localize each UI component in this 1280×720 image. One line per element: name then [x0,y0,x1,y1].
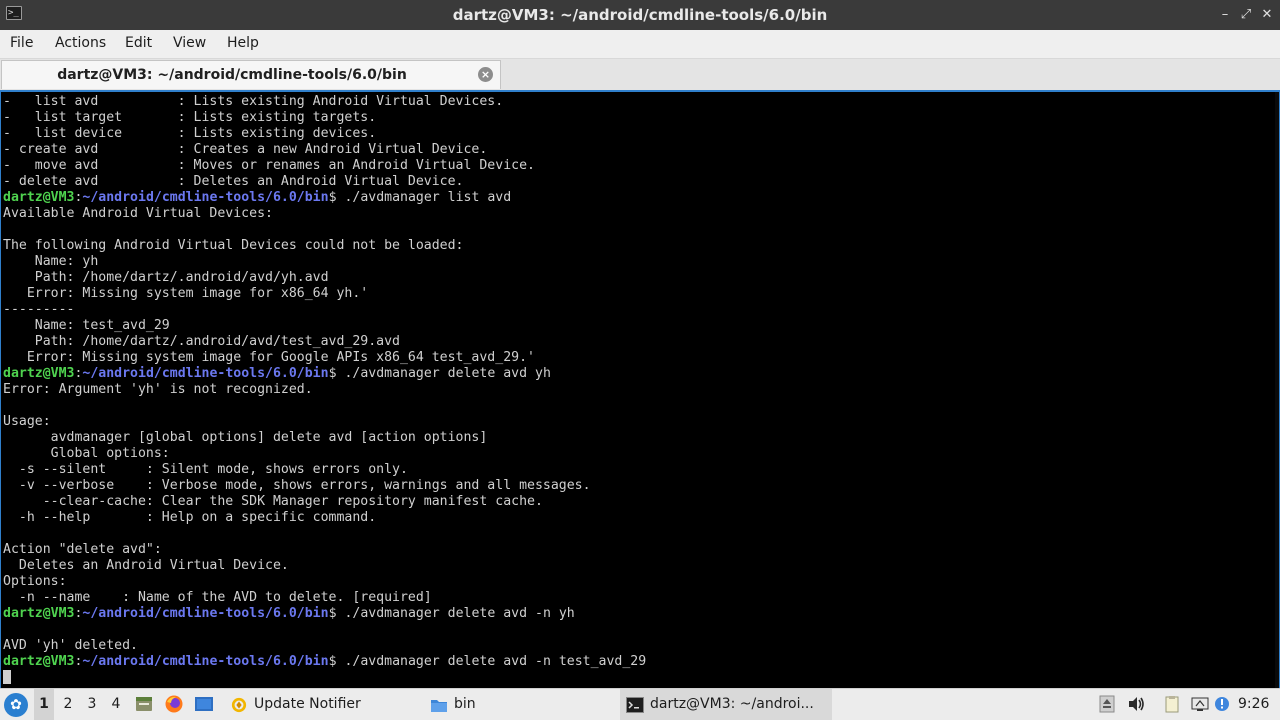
command-text: ./avdmanager delete avd -n yh [344,606,575,621]
terminal-output-line: Usage: [3,414,51,429]
task-bin-folder[interactable]: bin [424,689,482,720]
task-terminal[interactable]: dartz@VM3: ~/androi... [620,689,832,720]
prompt-path: ~/android/cmdline-tools/6.0/bin [82,190,329,205]
prompt-user: dartz@VM3 [3,190,75,205]
terminal-output-line: AVD 'yh' deleted. [3,638,138,653]
menu-edit[interactable]: Edit [125,30,152,58]
workspace-1[interactable]: 1 [34,689,54,720]
show-desktop-icon[interactable] [194,694,214,714]
update-alert-icon[interactable] [1213,695,1231,713]
folder-icon [431,699,447,712]
menu-file[interactable]: File [10,30,33,58]
terminal-prompt-line: dartz@VM3:~/android/cmdline-tools/6.0/bi… [3,366,1265,382]
terminal-icon [626,696,644,713]
tab-label: dartz@VM3: ~/android/cmdline-tools/6.0/b… [57,67,407,83]
terminal-output-line: - delete avd : Deletes an Android Virtua… [3,174,464,189]
clipboard-icon[interactable] [1163,695,1181,713]
update-notifier-icon [231,697,247,712]
close-icon[interactable]: × [478,67,493,82]
prompt-end: $ [328,190,345,205]
firefox-icon[interactable] [164,694,184,714]
terminal-output-line: - move avd : Moves or renames an Android… [3,158,535,173]
terminal-output-line: Path: /home/dartz/.android/avd/test_avd_… [3,334,400,349]
terminal-prompt-line: dartz@VM3:~/android/cmdline-tools/6.0/bi… [3,606,1265,622]
terminal-output: - list avd : Lists existing Android Virt… [3,94,1265,686]
terminal-output-line: Path: /home/dartz/.android/avd/yh.avd [3,270,329,285]
terminal-cursor-line [3,670,1265,686]
terminal-scrollbar[interactable] [1275,92,1279,688]
prompt-path: ~/android/cmdline-tools/6.0/bin [82,654,329,669]
menu-help[interactable]: Help [227,30,259,58]
terminal-output-line: -h --help : Help on a specific command. [3,510,377,525]
terminal-output-line: - create avd : Creates a new Android Vir… [3,142,488,157]
task-label: Update Notifier [254,696,361,712]
prompt-user: dartz@VM3 [3,654,75,669]
terminal-output-line: Error: Missing system image for Google A… [3,350,535,365]
clock: 9:26 [1238,696,1270,712]
prompt-end: $ [328,654,345,669]
lxqt-start-icon[interactable]: ✿ [4,693,28,717]
terminal-prompt-line: dartz@VM3:~/android/cmdline-tools/6.0/bi… [3,654,1265,670]
prompt-path: ~/android/cmdline-tools/6.0/bin [82,606,329,621]
menu-actions[interactable]: Actions [55,30,106,58]
command-text: ./avdmanager delete avd yh [344,366,551,381]
prompt-end: $ [328,606,345,621]
terminal-output-line: Global options: [3,446,170,461]
terminal-output-line: avdmanager [global options] delete avd [… [3,430,488,445]
volume-icon[interactable] [1127,695,1145,713]
file-manager-icon[interactable] [134,694,154,714]
terminal-output-line: Options: [3,574,67,589]
window-titlebar[interactable]: >_ dartz@VM3: ~/android/cmdline-tools/6.… [0,0,1280,30]
task-label: bin [454,696,476,712]
terminal-output-line: --clear-cache: Clear the SDK Manager rep… [3,494,543,509]
terminal-output-line: Error: Missing system image for x86_64 y… [3,286,369,301]
prompt-path: ~/android/cmdline-tools/6.0/bin [82,366,329,381]
terminal-output-line: - list device : Lists existing devices. [3,126,377,141]
terminal-output-line: Error: Argument 'yh' is not recognized. [3,382,313,397]
prompt-user: dartz@VM3 [3,366,75,381]
terminal-output-line: - list target : Lists existing targets. [3,110,377,125]
terminal-output-line: Available Android Virtual Devices: [3,206,273,221]
terminal-output-line: -v --verbose : Verbose mode, shows error… [3,478,591,493]
terminal-output-line: Deletes an Android Virtual Device. [3,558,289,573]
window-title: dartz@VM3: ~/android/cmdline-tools/6.0/b… [452,6,828,24]
terminal-output-line: Name: yh [3,254,99,269]
task-update-notifier[interactable]: Update Notifier [224,689,367,720]
workspace-4[interactable]: 4 [106,689,126,720]
terminal-prompt-line: dartz@VM3:~/android/cmdline-tools/6.0/bi… [3,190,1265,206]
terminal-output-line: The following Android Virtual Devices co… [3,238,464,253]
taskbar: ✿ 1 2 3 4 Update Notifier bin dartz@VM3:… [0,688,1280,720]
tab-terminal[interactable]: dartz@VM3: ~/android/cmdline-tools/6.0/b… [1,60,501,89]
terminal-output-line: --------- [3,302,75,317]
tab-bar: dartz@VM3: ~/android/cmdline-tools/6.0/b… [0,59,1280,90]
eject-icon[interactable] [1098,695,1116,713]
terminal-output-line: - list avd : Lists existing Android Virt… [3,94,504,109]
prompt-user: dartz@VM3 [3,606,75,621]
terminal-output-line: -s --silent : Silent mode, shows errors … [3,462,408,477]
close-window-icon[interactable]: ✕ [1258,6,1276,24]
maximize-icon[interactable]: ⤢ [1237,6,1255,24]
command-text: ./avdmanager delete avd -n test_avd_29 [344,654,647,669]
workspace-2[interactable]: 2 [58,689,78,720]
menu-bar: File Actions Edit View Help [0,30,1280,59]
menu-view[interactable]: View [173,30,206,58]
monitor-icon[interactable] [1191,695,1209,713]
terminal-output-line: -n --name : Name of the AVD to delete. [… [3,590,432,605]
prompt-end: $ [328,366,345,381]
text-cursor [3,670,11,684]
workspace-3[interactable]: 3 [82,689,102,720]
terminal-output-line: Name: test_avd_29 [3,318,170,333]
terminal-output-line: Action "delete avd": [3,542,162,557]
terminal-view[interactable]: - list avd : Lists existing Android Virt… [0,90,1280,688]
task-label: dartz@VM3: ~/androi... [650,696,814,712]
command-text: ./avdmanager list avd [344,190,512,205]
minimize-icon[interactable]: – [1216,6,1234,24]
